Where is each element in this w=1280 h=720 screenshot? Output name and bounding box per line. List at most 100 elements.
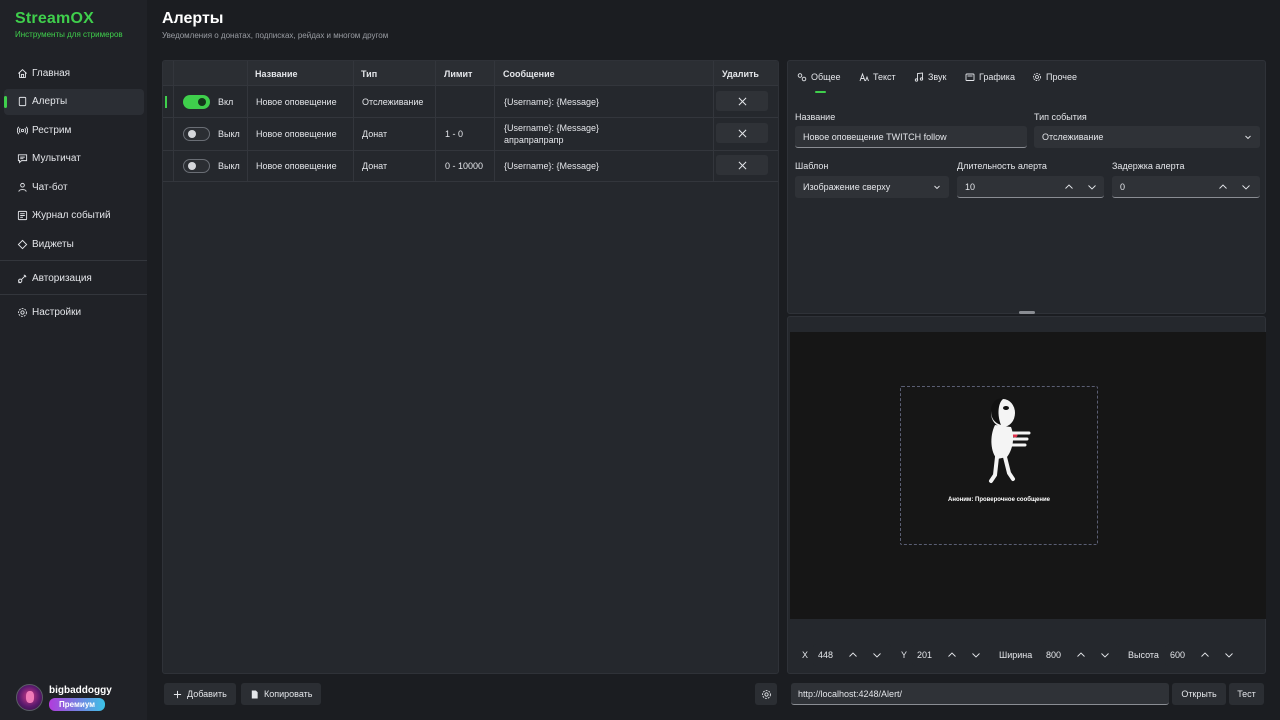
chevron-up-icon: [1077, 652, 1085, 657]
test-alert-button[interactable]: Тест: [1229, 683, 1264, 705]
document-icon: [251, 689, 258, 699]
auth-icon: [16, 272, 28, 284]
sidebar-item-alerts[interactable]: Алерты: [4, 88, 144, 115]
delete-button[interactable]: [716, 91, 768, 111]
alerts-table: Название Тип Лимит Сообщение Удалить Вкл…: [162, 60, 779, 674]
text-icon: [859, 72, 869, 82]
width-stepper[interactable]: 800: [1041, 644, 1119, 666]
sidebar-item-label: Виджеты: [32, 238, 74, 250]
chevron-up-icon: [849, 652, 857, 657]
widgets-icon: [16, 238, 28, 250]
image-icon: [965, 73, 975, 81]
chevron-up-icon: [1065, 184, 1073, 189]
duration-value: 10: [965, 181, 976, 192]
y-stepper[interactable]: 201: [912, 644, 990, 666]
close-icon: [738, 129, 746, 137]
table-settings-button[interactable]: [755, 683, 777, 705]
copy-button[interactable]: Копировать: [241, 683, 322, 705]
alert-preview-message: Аноним: Проверочное сообщение: [947, 497, 1050, 503]
column-header-type[interactable]: Тип: [361, 69, 377, 79]
gear-icon: [16, 306, 28, 318]
sidebar-item-restream[interactable]: Рестрим: [4, 117, 144, 143]
alert-url-input[interactable]: http://localhost:4248/Alert/: [791, 683, 1169, 705]
delete-button[interactable]: [716, 155, 768, 175]
enable-toggle[interactable]: [183, 95, 210, 109]
alert-preview-box[interactable]: Аноним: Проверочное сообщение: [900, 386, 1098, 545]
app-subtitle: Инструменты для стримеров: [15, 30, 123, 39]
chevron-down-icon: [1242, 185, 1250, 190]
sidebar-item-event-log[interactable]: Журнал событий: [4, 203, 144, 229]
open-url-button[interactable]: Открыть: [1172, 683, 1226, 705]
row-name: Новое оповещение: [256, 97, 337, 107]
table-row[interactable]: Вкл Новое оповещение Отслеживание {Usern…: [163, 87, 778, 118]
column-header-delete[interactable]: Удалить: [722, 69, 759, 79]
row-message: {Username}: {Message} апрапрапрапр: [504, 123, 600, 145]
tab-sound[interactable]: Звук: [914, 72, 946, 82]
avatar[interactable]: [16, 684, 43, 711]
table-row[interactable]: Выкл Новое оповещение Донат 0 - 10000 {U…: [163, 151, 778, 182]
name-input[interactable]: Новое оповещение TWITCH follow: [795, 126, 1027, 148]
enable-toggle[interactable]: [183, 127, 210, 141]
row-name: Новое оповещение: [256, 129, 337, 139]
close-icon: [738, 97, 746, 105]
event-type-value: Отслеживание: [1042, 132, 1104, 142]
row-type: Донат: [362, 129, 388, 139]
alert-settings-panel: Общее Текст Звук Графика Прочее Название…: [787, 60, 1266, 314]
active-tab-indicator: [815, 91, 826, 93]
table-row[interactable]: Выкл Новое оповещение Донат 1 - 0 {Usern…: [163, 118, 778, 151]
sidebar-item-home[interactable]: Главная: [4, 60, 144, 86]
panel-splitter-handle[interactable]: [1019, 311, 1035, 314]
tab-text[interactable]: Текст: [859, 72, 896, 82]
column-header-name[interactable]: Название: [255, 69, 297, 79]
template-label: Шаблон: [795, 161, 829, 171]
duration-stepper[interactable]: 10: [957, 176, 1104, 198]
tab-label: Графика: [979, 72, 1015, 82]
enable-toggle[interactable]: [183, 159, 210, 173]
bot-icon: [16, 181, 28, 193]
sidebar-item-settings[interactable]: Настройки: [4, 299, 144, 325]
home-icon: [16, 67, 28, 79]
row-name: Новое оповещение: [256, 161, 337, 171]
delete-button[interactable]: [716, 123, 768, 143]
chevron-down-icon: [934, 185, 940, 190]
add-button-label: Добавить: [187, 689, 227, 699]
template-select[interactable]: Изображение сверху: [795, 176, 949, 198]
height-stepper[interactable]: 600: [1165, 644, 1243, 666]
x-stepper[interactable]: 448: [813, 644, 891, 666]
app-title: StreamOX: [15, 10, 94, 27]
sidebar-item-multichat[interactable]: Мультичат: [4, 146, 144, 172]
column-header-message[interactable]: Сообщение: [503, 69, 555, 79]
delay-label: Задержка алерта: [1112, 161, 1185, 171]
sidebar-item-label: Настройки: [32, 306, 82, 318]
sidebar-item-widgets[interactable]: Виджеты: [4, 231, 144, 257]
sidebar-item-auth[interactable]: Авторизация: [4, 265, 144, 291]
user-profile[interactable]: bigbaddoggy Премиум: [16, 684, 112, 711]
x-label: X: [802, 650, 809, 660]
chevron-up-icon: [1219, 184, 1227, 189]
copy-button-label: Копировать: [264, 689, 313, 699]
username: bigbaddoggy: [49, 684, 112, 696]
row-limit: 0 - 10000: [445, 161, 484, 171]
add-button[interactable]: Добавить: [164, 683, 236, 705]
close-icon: [738, 161, 746, 169]
sidebar-divider: [0, 260, 148, 261]
column-header-limit[interactable]: Лимит: [444, 69, 472, 79]
width-label: Ширина: [999, 650, 1033, 660]
tab-graphics[interactable]: Графика: [965, 72, 1015, 82]
sidebar-item-chatbot[interactable]: Чат-бот: [4, 174, 144, 200]
delay-stepper[interactable]: 0: [1112, 176, 1260, 198]
alerts-icon: [16, 96, 28, 108]
sidebar-divider: [0, 294, 148, 295]
row-state: Вкл: [218, 97, 234, 107]
tab-label: Текст: [873, 72, 896, 82]
page-subtitle: Уведомления о донатах, подписках, рейдах…: [162, 31, 389, 40]
width-value: 800: [1046, 650, 1062, 660]
name-label: Название: [795, 112, 836, 122]
x-value: 448: [818, 650, 834, 660]
event-type-select[interactable]: Отслеживание: [1034, 126, 1260, 148]
row-message: {Username}: {Message}: [504, 97, 600, 107]
row-message: {Username}: {Message}: [504, 161, 600, 171]
y-value: 201: [917, 650, 933, 660]
tab-other[interactable]: Прочее: [1032, 72, 1077, 82]
tab-general[interactable]: Общее: [797, 72, 840, 82]
